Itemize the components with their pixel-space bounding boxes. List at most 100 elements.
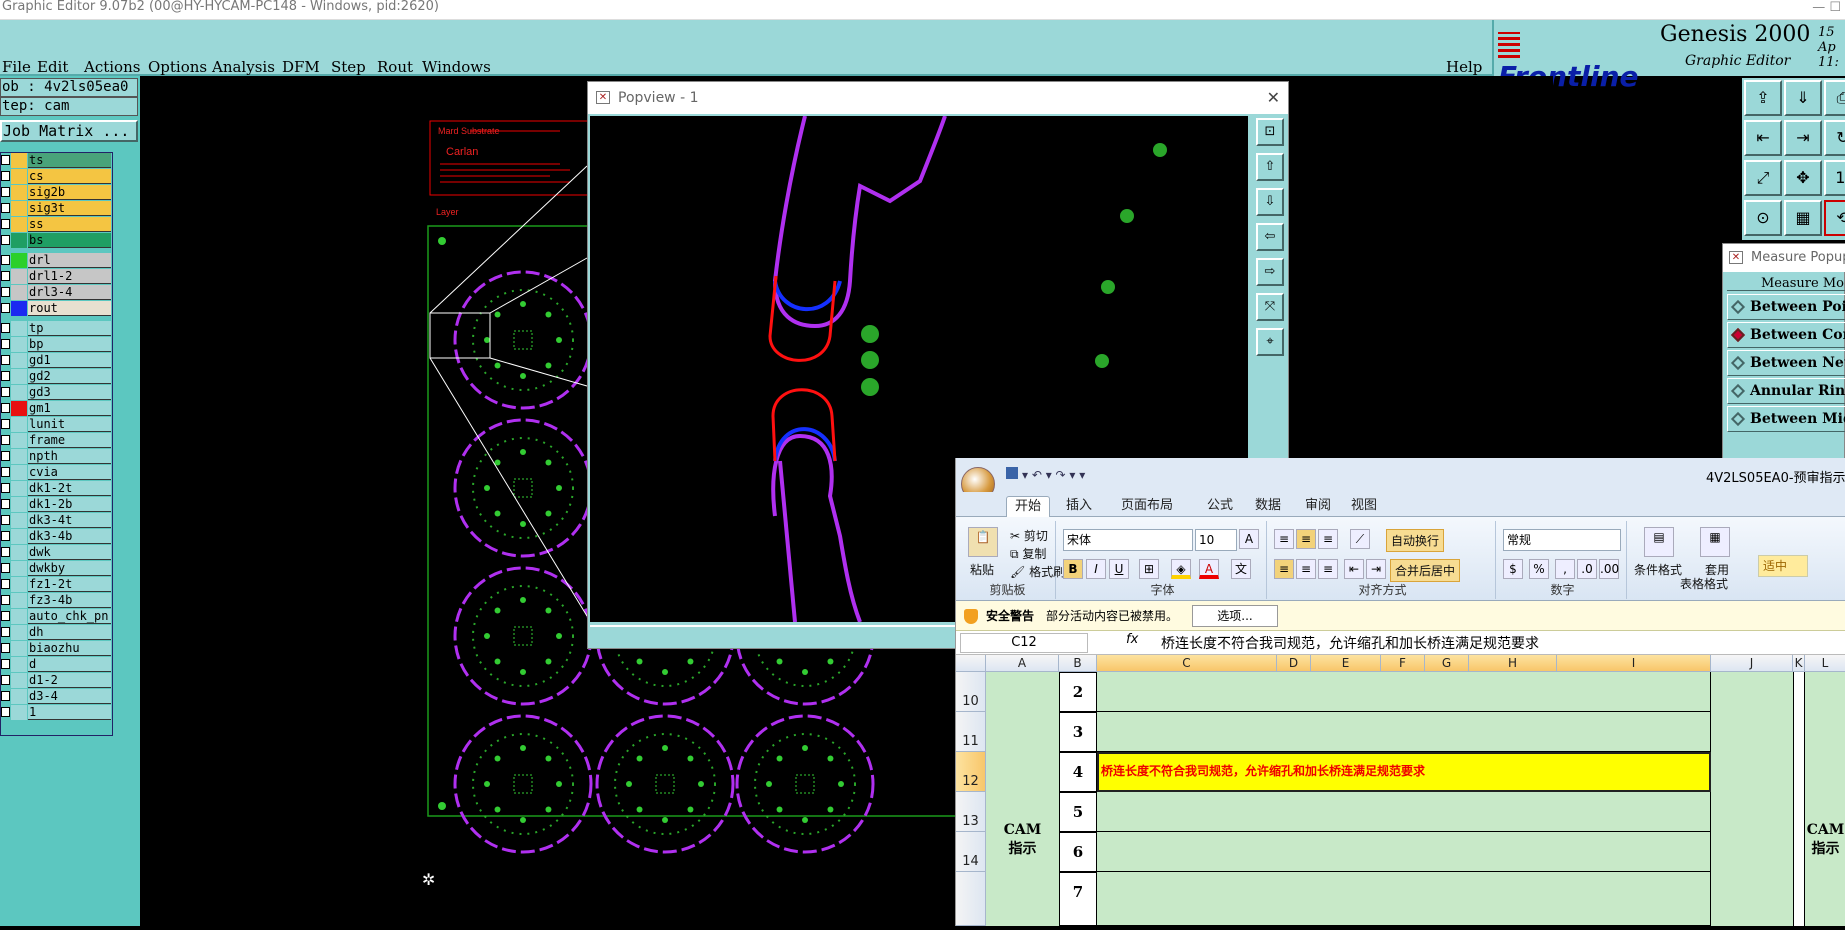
layer-checkbox[interactable]	[1, 675, 10, 685]
layer-row[interactable]: drl1-2	[1, 269, 113, 284]
align-center-icon[interactable]: ≡	[1296, 559, 1316, 579]
layer-row[interactable]: biaozhu	[1, 641, 113, 656]
zoom-home-icon[interactable]: ⌖	[1256, 328, 1284, 356]
layer-row[interactable]: dk3-4t	[1, 513, 113, 528]
layer-name[interactable]: rout	[28, 301, 111, 316]
layer-color-swatch[interactable]	[11, 449, 27, 464]
tab-page-layout[interactable]: 页面布局	[1113, 496, 1181, 517]
layer-name[interactable]: dk1-2b	[28, 497, 111, 512]
layer-name[interactable]: gm1	[28, 401, 111, 416]
increase-indent-icon[interactable]: ⇥	[1366, 559, 1386, 579]
layer-row[interactable]: drl	[1, 253, 113, 268]
decrease-indent-icon[interactable]: ⇤	[1344, 559, 1364, 579]
layer-name[interactable]: 1	[28, 705, 111, 720]
layer-checkbox[interactable]	[1, 531, 10, 541]
layer-checkbox[interactable]	[1, 627, 10, 637]
measure-option-between-points[interactable]: Between Poi	[1727, 294, 1845, 320]
layer-checkbox[interactable]	[1, 303, 10, 313]
pan-right-icon[interactable]: ⇨	[1256, 258, 1284, 286]
formula-input[interactable]: 桥连长度不符合我司规范，允许缩孔和加长桥连满足规范要求	[1161, 633, 1539, 653]
layer-color-swatch[interactable]	[11, 497, 27, 512]
layer-row[interactable]: dk1-2b	[1, 497, 113, 512]
layer-checkbox[interactable]	[1, 203, 10, 213]
layer-color-swatch[interactable]	[11, 353, 27, 368]
tab-insert[interactable]: 插入	[1058, 496, 1100, 517]
layer-row[interactable]: sig3t	[1, 201, 113, 216]
layer-name[interactable]: d3-4	[28, 689, 111, 704]
layer-row[interactable]: gd2	[1, 369, 113, 384]
layer-checkbox[interactable]	[1, 659, 10, 669]
column-header[interactable]: G	[1425, 655, 1469, 672]
layer-color-swatch[interactable]	[11, 337, 27, 352]
fit-screen-icon[interactable]: ⤧	[1256, 293, 1284, 321]
layer-color-swatch[interactable]	[11, 321, 27, 336]
layer-color-swatch[interactable]	[11, 233, 27, 248]
print-icon[interactable]: ⎙	[1824, 80, 1845, 116]
column-header[interactable]: L	[1805, 655, 1845, 672]
scale-icon[interactable]: 1:	[1824, 160, 1845, 196]
layer-color-swatch[interactable]	[11, 657, 27, 672]
align-left-icon[interactable]: ≡	[1274, 559, 1294, 579]
layer-color-swatch[interactable]	[11, 593, 27, 608]
layer-checkbox[interactable]	[1, 467, 10, 477]
measure-tool-icon[interactable]: ⟲	[1824, 200, 1845, 236]
layer-checkbox[interactable]	[1, 339, 10, 349]
layer-name[interactable]: d1-2	[28, 673, 111, 688]
layer-name[interactable]: fz3-4b	[28, 593, 111, 608]
column-header[interactable]: C	[1097, 655, 1277, 672]
format-painter-button[interactable]: 🖌 格式刷	[1010, 563, 1065, 580]
layer-color-swatch[interactable]	[11, 561, 27, 576]
layer-name[interactable]: fz1-2t	[28, 577, 111, 592]
layer-name[interactable]: biaozhu	[28, 641, 111, 656]
style-neutral[interactable]: 适中	[1758, 555, 1808, 577]
layer-row[interactable]: gd1	[1, 353, 113, 368]
layer-row[interactable]: tp	[1, 321, 113, 336]
layer-checkbox[interactable]	[1, 451, 10, 461]
layer-color-swatch[interactable]	[11, 369, 27, 384]
grid-icon[interactable]: ▦	[1784, 200, 1822, 236]
table-cell[interactable]: 4	[1059, 752, 1097, 792]
layer-name[interactable]: cvia	[28, 465, 111, 480]
layer-name[interactable]: frame	[28, 433, 111, 448]
layer-checkbox[interactable]	[1, 171, 10, 181]
layer-color-swatch[interactable]	[11, 641, 27, 656]
grow-font-icon[interactable]: A	[1239, 529, 1259, 549]
layer-name[interactable]: drl1-2	[28, 269, 111, 284]
menu-file[interactable]: File	[2, 58, 31, 76]
layer-name[interactable]: gd3	[28, 385, 111, 400]
layer-row[interactable]: npth	[1, 449, 113, 464]
layer-checkbox[interactable]	[1, 187, 10, 197]
save-icon[interactable]	[1006, 467, 1018, 479]
layer-name[interactable]: dwkby	[28, 561, 111, 576]
merge-center-button[interactable]: 合并后居中	[1390, 559, 1461, 582]
conditional-format-button[interactable]: 条件格式	[1634, 561, 1682, 578]
quick-access-toolbar[interactable]: ▾ ↶ ▾ ↷ ▾ ▾	[1006, 467, 1085, 482]
layer-color-swatch[interactable]	[11, 513, 27, 528]
window-controls[interactable]: — ☐	[1812, 0, 1841, 15]
align-bottom-icon[interactable]: ≡	[1318, 529, 1338, 549]
underline-button[interactable]: U	[1109, 559, 1129, 579]
name-box[interactable]: C12	[960, 633, 1088, 653]
zoom-area-icon[interactable]: ⊡	[1256, 118, 1284, 146]
layer-name[interactable]: gd2	[28, 369, 111, 384]
layer-name[interactable]: drl3-4	[28, 285, 111, 300]
layer-row[interactable]: rout	[1, 301, 113, 316]
format-table-icon[interactable]: ▦	[1700, 527, 1730, 557]
layer-checkbox[interactable]	[1, 435, 10, 445]
table-cell[interactable]: 3	[1059, 712, 1097, 752]
menu-edit[interactable]: Edit	[37, 58, 68, 76]
measure-option-between-nets[interactable]: Between Net	[1727, 350, 1845, 376]
layer-row[interactable]: cs	[1, 169, 113, 184]
layer-checkbox[interactable]	[1, 255, 10, 265]
layer-checkbox[interactable]	[1, 403, 10, 413]
layer-color-swatch[interactable]	[11, 269, 27, 284]
save-icon[interactable]: ⇓	[1784, 80, 1822, 116]
font-name-select[interactable]: 宋体	[1063, 529, 1193, 551]
layer-row[interactable]: drl3-4	[1, 285, 113, 300]
layer-row[interactable]: d	[1, 657, 113, 672]
table-cell[interactable]: 7	[1059, 872, 1097, 926]
menu-actions[interactable]: Actions	[84, 58, 140, 76]
tab-formulas[interactable]: 公式	[1199, 496, 1241, 517]
row-header[interactable]: 13	[956, 792, 986, 832]
worksheet-grid[interactable]: A B C D E F G H I J K L 10 11 12 13 14 2…	[956, 655, 1845, 926]
